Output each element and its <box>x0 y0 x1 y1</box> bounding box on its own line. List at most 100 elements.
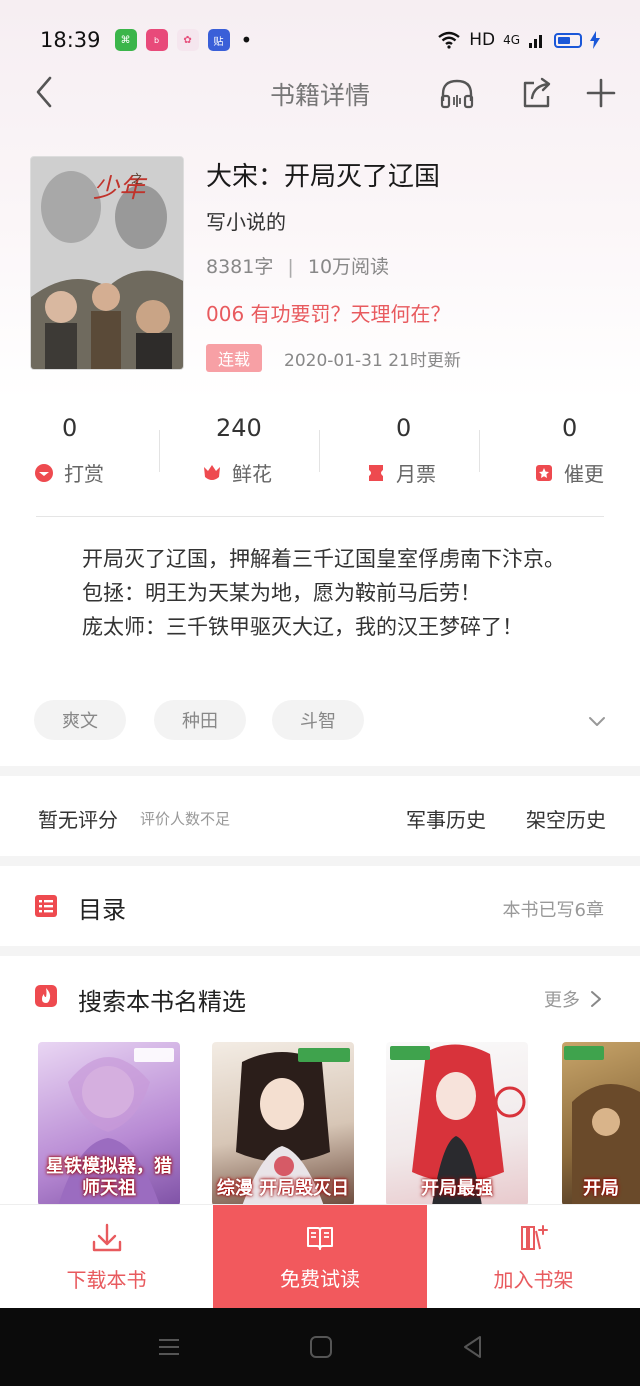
book-open-icon <box>307 1226 333 1250</box>
chevron-down-icon[interactable] <box>586 710 608 732</box>
svg-text:之: 之 <box>131 172 143 186</box>
interaction-counts: 0 打赏 240 鲜花 0 月票 0 催更 <box>0 408 640 488</box>
reader-count: 10万阅读 <box>307 256 390 278</box>
count-reward[interactable]: 0 打赏 <box>0 408 160 488</box>
book-description[interactable]: 开局灭了辽国，押解着三千辽国皇室俘虏南下汴京。 包拯：明王为天某为地，愿为鞍前马… <box>34 542 606 644</box>
status-indicators: HD 4G <box>437 30 600 50</box>
recommend-book-caption: 综漫 开局毁灭日 <box>216 1178 350 1199</box>
word-count: 8381字 <box>206 256 274 278</box>
status-time: 18:39 <box>40 28 101 52</box>
battery-icon <box>554 32 582 48</box>
network-label: HD <box>469 30 496 50</box>
cover-art: 少年 之 <box>31 157 183 369</box>
urge-label-wrap: 催更 <box>534 458 604 487</box>
catalog-icon <box>35 895 57 917</box>
reward-label-wrap: 打赏 <box>34 458 104 487</box>
reward-label: 打赏 <box>64 462 104 486</box>
tieba-app-icon: 贴 <box>207 29 230 51</box>
more-label: 更多 <box>544 990 580 1011</box>
stats-separator: | <box>287 256 294 278</box>
download-button[interactable]: 下载本书 <box>0 1205 213 1309</box>
genre-link[interactable]: 架空历史 <box>526 804 606 833</box>
section-divider <box>36 516 604 517</box>
status-bar: 18:39 ⌘ b ✿ 贴 • HD 4G <box>0 18 640 62</box>
ticket-count: 0 <box>396 414 412 442</box>
bookshelf-add-icon <box>520 1224 548 1250</box>
count-urge[interactable]: 0 催更 <box>480 408 640 488</box>
update-time: 2020-01-31 21时更新 <box>284 351 461 371</box>
notification-dot: • <box>240 28 253 52</box>
system-nav-bar <box>0 1308 640 1386</box>
ticket-label-wrap: 月票 <box>366 458 436 487</box>
section-gap <box>0 766 640 776</box>
bottom-action-bar: 下载本书 免费试读 加入书架 <box>0 1204 640 1309</box>
signal-label: 4G <box>503 33 520 47</box>
recommend-book-cover[interactable]: 综漫 开局毁灭日 <box>212 1042 354 1206</box>
urge-label: 催更 <box>564 462 604 486</box>
back-triangle-icon[interactable] <box>460 1334 486 1360</box>
section-gap <box>0 856 640 866</box>
add-to-shelf-label: 加入书架 <box>493 1267 574 1292</box>
free-read-button[interactable]: 免费试读 <box>213 1205 427 1309</box>
tag-chip[interactable]: 爽文 <box>34 700 126 740</box>
download-label: 下载本书 <box>66 1267 147 1292</box>
recommend-book-caption: 星铁模拟器，猎师天祖 <box>46 1156 172 1199</box>
recommend-book-cover[interactable]: 开局 <box>562 1042 640 1206</box>
book-title: 大宋：开局灭了辽国 <box>206 162 441 192</box>
description-line: 开局灭了辽国，押解着三千辽国皇室俘虏南下汴京。 <box>82 547 565 571</box>
green-app-icon: ⌘ <box>114 29 137 51</box>
rating-note: 评价人数不足 <box>140 810 231 828</box>
download-icon <box>92 1223 121 1251</box>
recommend-book-cover[interactable]: 开局最强 <box>386 1042 528 1206</box>
headphones-icon[interactable] <box>438 74 476 112</box>
genre-link[interactable]: 军事历史 <box>406 804 486 833</box>
book-cover[interactable]: 少年 之 <box>30 156 184 370</box>
add-icon[interactable] <box>582 74 620 112</box>
urge-count: 0 <box>562 414 578 442</box>
section-gap <box>0 946 640 956</box>
home-icon[interactable] <box>308 1334 334 1360</box>
book-author[interactable]: 写小说的 <box>206 206 286 235</box>
ticket-icon <box>369 464 383 481</box>
count-monthly-ticket[interactable]: 0 月票 <box>320 408 480 488</box>
recommend-book-caption: 开局 <box>583 1178 619 1199</box>
flower-icon <box>204 464 220 480</box>
share-icon[interactable] <box>518 74 556 112</box>
chapter-count: 本书已写6章 <box>502 900 604 921</box>
book-header: 少年 之 大宋：开局灭了辽国 写小说的 8381字 | 10万阅读 006 有功… <box>30 156 610 372</box>
signal-icon <box>529 35 542 48</box>
urge-icon <box>536 464 552 481</box>
bilibili-app-icon: b <box>145 29 168 51</box>
description-line: 包拯：明王为天某为地，愿为鞍前马后劳！ <box>82 581 481 605</box>
flower-app-icon: ✿ <box>176 29 199 51</box>
ticket-label: 月票 <box>396 462 436 486</box>
reward-icon <box>35 463 53 482</box>
toc-title: 目录 <box>78 896 126 924</box>
flower-label: 鲜花 <box>232 462 272 486</box>
rating-value: 暂无评分 <box>38 808 118 832</box>
menu-icon[interactable] <box>156 1334 182 1360</box>
recommend-book-caption: 开局最强 <box>421 1178 493 1199</box>
reward-count: 0 <box>62 414 78 442</box>
wifi-icon <box>438 31 460 49</box>
recommend-book-cover[interactable]: 星铁模拟器，猎师天祖 <box>38 1042 180 1206</box>
tag-chip[interactable]: 种田 <box>154 700 246 740</box>
latest-chapter-link[interactable]: 006 有功要罚？天理何在？ <box>206 298 451 327</box>
book-stats: 8381字 | 10万阅读 <box>206 252 389 279</box>
add-to-shelf-button[interactable]: 加入书架 <box>427 1205 640 1309</box>
free-read-label: 免费试读 <box>280 1266 360 1291</box>
more-link[interactable]: 更多 <box>544 986 602 1012</box>
recommend-section: 搜索本书名精选 更多 星铁模拟器，猎师天祖 综漫 开局毁灭日 开局最强 开局 <box>0 956 640 1206</box>
fire-icon <box>35 985 57 1007</box>
chevron-right-icon <box>591 991 601 1007</box>
nav-bar: 书籍详情 <box>0 62 640 122</box>
flower-count: 240 <box>216 414 262 442</box>
charging-icon <box>590 31 600 49</box>
rating-row: 暂无评分 评价人数不足 军事历史 架空历史 <box>0 778 640 856</box>
description-line: 庞太师：三千铁甲驱灭大辽，我的汉王梦碎了！ <box>82 615 523 639</box>
toc-row[interactable]: 目录 本书已写6章 <box>0 866 640 946</box>
tag-chip[interactable]: 斗智 <box>272 700 364 740</box>
recommend-title: 搜索本书名精选 <box>78 988 246 1016</box>
count-flowers[interactable]: 240 鲜花 <box>160 408 320 488</box>
tag-list: 爽文 种田 斗智 <box>34 700 614 740</box>
